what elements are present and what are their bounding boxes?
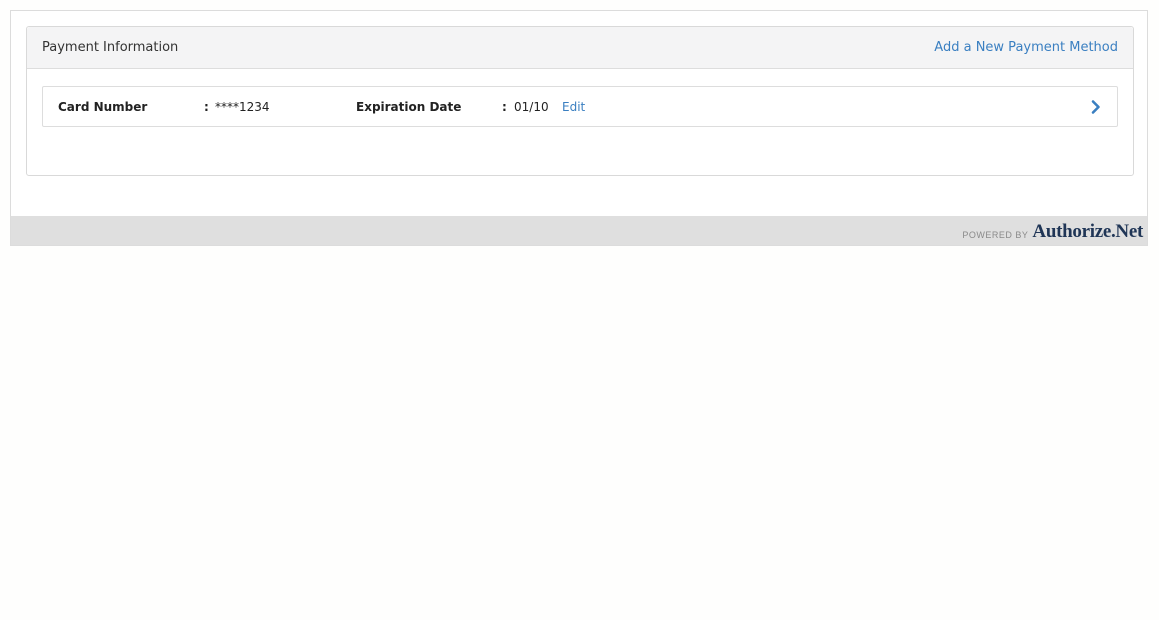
chevron-right-icon[interactable] — [1089, 99, 1103, 115]
card-number-label: Card Number — [58, 100, 148, 114]
payment-method-row[interactable]: Card Number : ****1234 Expiration Date :… — [42, 86, 1118, 127]
expiration-date-colon: : — [502, 100, 507, 114]
card-number-colon: : — [204, 100, 209, 114]
panel-header: Payment Information Add a New Payment Me… — [27, 27, 1133, 69]
powered-by-badge[interactable]: POWERED BY Authorize.Net — [962, 221, 1143, 243]
card-number-value: ****1234 — [215, 100, 270, 114]
footer-bar: POWERED BY Authorize.Net — [11, 216, 1147, 245]
payment-information-panel: Payment Information Add a New Payment Me… — [26, 26, 1134, 176]
authorize-net-logo: Authorize.Net — [1032, 221, 1143, 242]
payment-frame: Payment Information Add a New Payment Me… — [10, 10, 1148, 246]
edit-link[interactable]: Edit — [562, 99, 585, 115]
expiration-date-label: Expiration Date — [356, 100, 462, 114]
powered-by-text: POWERED BY — [962, 230, 1029, 240]
expiration-date-value: 01/10 — [514, 100, 549, 114]
panel-title: Payment Information — [42, 40, 179, 55]
add-payment-method-link[interactable]: Add a New Payment Method — [934, 40, 1118, 55]
